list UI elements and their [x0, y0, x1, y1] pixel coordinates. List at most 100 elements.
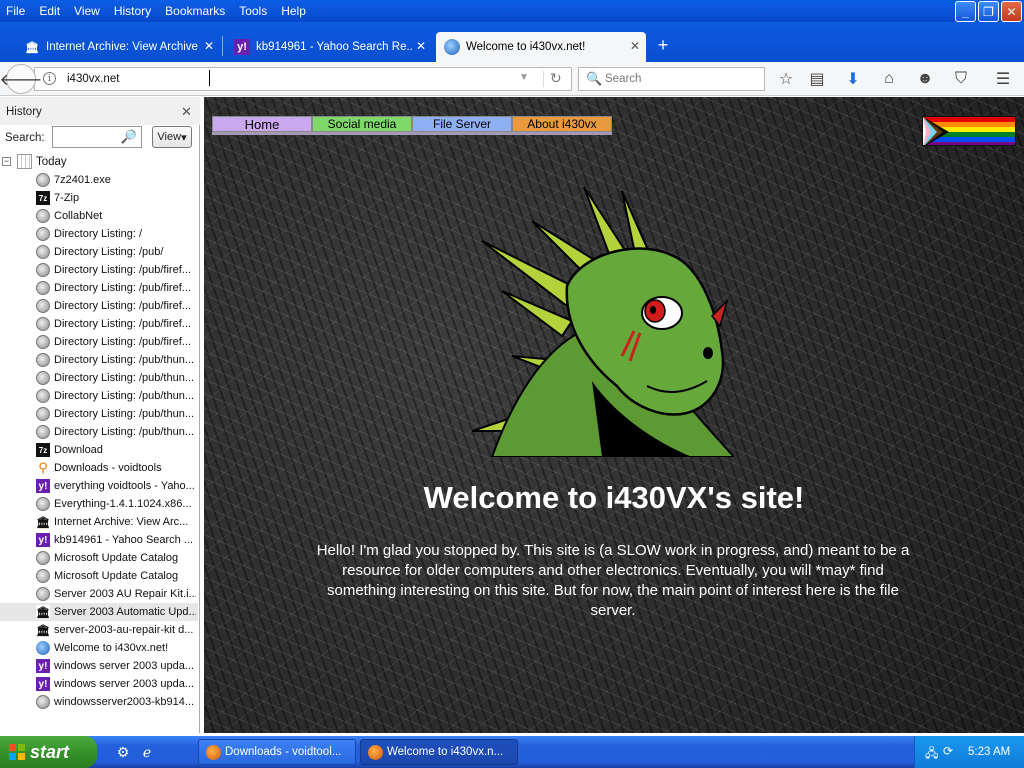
taskbar-item-welcome[interactable]: Welcome to i430vx.n... — [360, 739, 518, 765]
history-item-label: Directory Listing: /pub/thun... — [54, 426, 195, 438]
history-item-label: Everything-1.4.1.1024.x86... — [54, 498, 192, 510]
tab-yahoo-search[interactable]: y! kb914961 - Yahoo Search Re... ✕ — [226, 32, 432, 62]
history-item[interactable]: Directory Listing: /pub/thun... — [0, 369, 198, 387]
menu-bookmarks[interactable]: Bookmarks — [158, 0, 232, 22]
bookmark-star-icon[interactable]: ☆ — [775, 68, 797, 90]
search-box[interactable]: 🔍 Search — [578, 67, 765, 91]
back-button[interactable]: 🡐 — [0, 64, 42, 94]
history-item[interactable]: Directory Listing: /pub/thun... — [0, 405, 198, 423]
nav-file-server-link[interactable]: File Server — [412, 116, 512, 132]
history-item[interactable]: Welcome to i430vx.net! — [0, 639, 198, 657]
close-window-button[interactable]: ✕ — [1001, 1, 1022, 22]
close-tab-icon[interactable]: ✕ — [204, 39, 214, 53]
menu-edit[interactable]: Edit — [32, 0, 67, 22]
history-item[interactable]: windowsserver2003-kb914... — [0, 693, 198, 711]
history-item[interactable]: Microsoft Update Catalog — [0, 549, 198, 567]
menu-file[interactable]: File — [0, 0, 32, 22]
collapse-icon[interactable]: − — [2, 157, 11, 166]
history-item[interactable]: 7z Download — [0, 441, 198, 459]
firefox-icon — [206, 745, 221, 760]
history-item[interactable]: y! windows server 2003 upda... — [0, 675, 198, 693]
history-item[interactable]: CollabNet — [0, 207, 198, 225]
history-item[interactable]: Microsoft Update Catalog — [0, 567, 198, 585]
close-tab-icon[interactable]: ✕ — [416, 39, 426, 53]
history-item[interactable]: 7z 7-Zip — [0, 189, 198, 207]
tree-item-today[interactable]: − Today — [0, 153, 200, 171]
history-item[interactable]: Directory Listing: /pub/thun... — [0, 351, 198, 369]
history-item[interactable]: 7z2401.exe — [0, 171, 198, 189]
history-item[interactable]: Directory Listing: /pub/firef... — [0, 315, 198, 333]
minimize-button[interactable]: _ — [955, 1, 976, 22]
reload-icon[interactable]: ↻ — [550, 70, 562, 87]
site-icon — [444, 39, 460, 55]
yahoo-icon: y! — [36, 533, 50, 547]
menu-history[interactable]: History — [107, 0, 158, 22]
history-item-label: Server 2003 AU Repair Kit.i... — [54, 588, 196, 600]
menu-view[interactable]: View — [67, 0, 107, 22]
globe-icon — [36, 569, 50, 583]
new-tab-button[interactable]: + — [652, 34, 674, 56]
history-item-label: everything voidtools - Yaho... — [54, 480, 195, 492]
history-item[interactable]: Directory Listing: /pub/firef... — [0, 279, 198, 297]
history-item[interactable]: 🏛 Server 2003 Automatic Upd... — [0, 603, 198, 621]
restore-button[interactable]: ❐ — [978, 1, 999, 22]
history-item[interactable]: Everything-1.4.1.1024.x86... — [0, 495, 198, 513]
start-button[interactable]: start — [0, 736, 97, 768]
close-sidebar-icon[interactable]: ✕ — [181, 104, 192, 120]
globe-icon — [36, 497, 50, 511]
nav-home-link[interactable]: Home — [212, 116, 312, 132]
hello-icon[interactable]: ☻ — [914, 68, 936, 90]
history-item[interactable]: Directory Listing: /pub/firef... — [0, 261, 198, 279]
history-item-label: Directory Listing: /pub/firef... — [54, 282, 191, 294]
quicklaunch-ie-icon[interactable]: ℯ — [138, 743, 156, 761]
url-text[interactable]: i430vx.net — [67, 73, 119, 85]
history-item-label: Download — [54, 444, 103, 456]
menu-tools[interactable]: Tools — [232, 0, 274, 22]
history-item[interactable]: y! everything voidtools - Yaho... — [0, 477, 198, 495]
home-icon[interactable]: ⌂ — [878, 68, 900, 90]
tab-label: Welcome to i430vx.net! — [466, 41, 586, 53]
tab-internet-archive[interactable]: 🏛 Internet Archive: View Archive ✕ — [16, 32, 220, 62]
tray-network-icon[interactable]: 🖧 — [925, 744, 941, 760]
history-item[interactable]: Server 2003 AU Repair Kit.i... — [0, 585, 198, 603]
view-button[interactable]: View ▾ — [152, 126, 192, 148]
tab-bar: 🏛 Internet Archive: View Archive ✕ y! kb… — [0, 22, 1024, 62]
history-item[interactable]: 🏛 Internet Archive: View Arc... — [0, 513, 198, 531]
history-item-label: Directory Listing: /pub/firef... — [54, 300, 191, 312]
globe-icon — [36, 173, 50, 187]
history-item[interactable]: 🏛 server-2003-au-repair-kit d... — [0, 621, 198, 639]
dropdown-arrow-icon[interactable]: ▼ — [519, 72, 529, 83]
info-icon[interactable]: i — [43, 72, 56, 85]
history-item-label: 7z2401.exe — [54, 174, 111, 186]
history-item-label: Downloads - voidtools — [54, 462, 162, 474]
nav-about-link[interactable]: About i430vx — [512, 116, 612, 132]
history-item-label: Directory Listing: /pub/ — [54, 246, 164, 258]
close-tab-icon[interactable]: ✕ — [630, 39, 640, 53]
tab-welcome-i430vx[interactable]: Welcome to i430vx.net! ✕ — [436, 32, 646, 62]
internet-archive-icon: 🏛 — [25, 40, 39, 54]
sidebar-search-input[interactable]: 🔎 — [52, 126, 142, 148]
quicklaunch-settings-icon[interactable]: ⚙ — [114, 743, 132, 761]
history-item[interactable]: y! kb914961 - Yahoo Search ... — [0, 531, 198, 549]
history-item[interactable]: y! windows server 2003 upda... — [0, 657, 198, 675]
bookmarks-list-icon[interactable]: ▤ — [806, 68, 828, 90]
history-sidebar: History ✕ Search: 🔎 View ▾ − Today 7z2401… — [0, 97, 200, 733]
menu-icon[interactable]: ☰ — [992, 68, 1014, 90]
history-item[interactable]: Directory Listing: /pub/ — [0, 243, 198, 261]
menu-help[interactable]: Help — [274, 0, 313, 22]
globe-icon — [36, 353, 50, 367]
tray-update-icon[interactable]: ⟳ — [943, 744, 959, 760]
downloads-icon[interactable]: ⬇ — [842, 68, 864, 90]
history-item[interactable]: Directory Listing: /pub/thun... — [0, 423, 198, 441]
url-bar[interactable]: i i430vx.net ▼ ↻ — [34, 67, 572, 91]
history-item[interactable]: Directory Listing: /pub/thun... — [0, 387, 198, 405]
history-item[interactable]: ⚲ Downloads - voidtools — [0, 459, 198, 477]
progress-pride-flag — [922, 116, 1016, 146]
taskbar-item-downloads[interactable]: Downloads - voidtool... — [198, 739, 356, 765]
nav-social-media-link[interactable]: Social media — [312, 116, 412, 132]
pocket-icon[interactable]: ⛉ — [950, 68, 972, 90]
history-item[interactable]: Directory Listing: /pub/firef... — [0, 297, 198, 315]
globe-icon — [36, 551, 50, 565]
history-item[interactable]: Directory Listing: / — [0, 225, 198, 243]
history-item[interactable]: Directory Listing: /pub/firef... — [0, 333, 198, 351]
